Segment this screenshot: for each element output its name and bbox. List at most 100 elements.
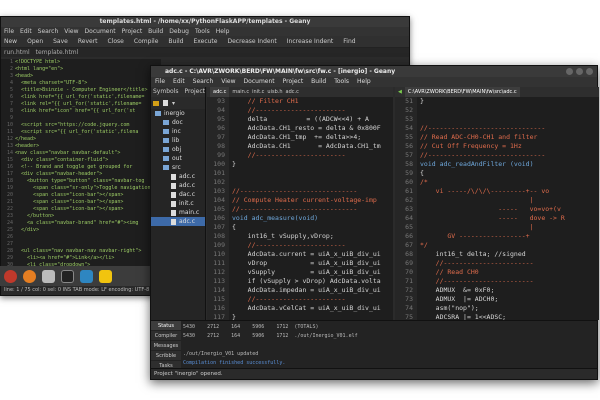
menu-search[interactable]: Search <box>38 27 59 36</box>
menu-debug[interactable]: Debug <box>169 27 189 36</box>
toolbar-execute[interactable]: Execute <box>193 36 217 47</box>
line-text: <head> <box>15 73 34 79</box>
folder-icon <box>163 156 169 161</box>
back-window-title: templates.html - /home/xx/PythonFlaskAPP… <box>1 17 409 27</box>
front-geany-window[interactable]: adc.c - C:\AVR\ZWORK\BERD\FW\MAIN\fw\src… <box>150 65 599 380</box>
code-area-left[interactable]: 93 // Filter CH1 94 //-------------------… <box>207 97 393 320</box>
close-icon[interactable] <box>586 68 593 75</box>
menu-project[interactable]: Project <box>283 77 304 87</box>
line-text: // Cut Off Frequency = 1Hz <box>420 142 522 150</box>
menu-project[interactable]: Project <box>122 27 143 36</box>
line-text: if (vSupply > vDrop) AdcData.volta <box>232 277 381 285</box>
tab-adc-c[interactable]: adc.c <box>210 87 230 97</box>
tab-compiler[interactable]: Compiler <box>151 331 181 341</box>
tree-item[interactable]: main.c <box>151 208 205 217</box>
tree-item[interactable]: inc <box>151 127 205 136</box>
tab-run-html[interactable]: run.html <box>4 48 30 57</box>
tab-scribble[interactable]: Scribble <box>151 351 181 361</box>
menu-help[interactable]: Help <box>357 77 371 87</box>
toolbar-find[interactable]: Find <box>343 36 355 47</box>
tab-symbols[interactable]: Symbols <box>153 87 178 97</box>
code-line: 8 <link href="icon" href="{{ url_for('st <box>1 108 161 115</box>
tab-init-c[interactable]: init.c <box>252 87 264 97</box>
code-line: 9 <box>1 115 161 122</box>
line-text: /* <box>420 178 428 186</box>
menu-edit[interactable]: Edit <box>20 27 32 36</box>
files-icon[interactable] <box>42 269 55 283</box>
tree-item[interactable]: init.c <box>151 199 205 208</box>
back-arrow-icon[interactable]: ◀ <box>398 87 402 97</box>
tab-template-html[interactable]: template.html <box>36 48 79 57</box>
menu-document[interactable]: Document <box>244 77 275 87</box>
geany-icon[interactable] <box>99 269 112 283</box>
line-text: void adc_measure(void) <box>232 214 319 222</box>
menu-build[interactable]: Build <box>148 27 163 36</box>
toolbar-revert[interactable]: Revert <box>78 36 98 47</box>
line-text: //----------------------- <box>232 106 346 114</box>
toolbar-increase-indent[interactable]: Increase Indent <box>287 36 334 47</box>
line-number: 117 <box>207 313 229 320</box>
message-line <box>183 341 597 350</box>
menu-view[interactable]: View <box>64 27 78 36</box>
menu-tools[interactable]: Tools <box>195 27 210 36</box>
menu-tools[interactable]: Tools <box>334 77 349 87</box>
tree-item[interactable]: inergio <box>151 109 205 118</box>
back-menu-bar: File Edit Search View Document Project B… <box>1 27 409 36</box>
line-text: //------------------------------ <box>232 205 358 213</box>
toolbar-decrease-indent[interactable]: Decrease Indent <box>227 36 276 47</box>
tab-adc-c-path[interactable]: C:\AVR\ZWORK\BERD\FW\MAIN\fw\src\adc.c <box>404 87 520 97</box>
folder-icon <box>163 129 169 134</box>
message-content[interactable]: 5430 2712 164 5906 1712 (TOTALS) 5430 27… <box>183 323 597 368</box>
tab-messages[interactable]: Messages <box>151 341 181 351</box>
terminal-icon[interactable] <box>61 269 74 283</box>
menu-edit[interactable]: Edit <box>173 77 185 87</box>
tab-project[interactable]: Project <box>184 87 205 97</box>
window-controls <box>566 68 593 75</box>
power-icon[interactable] <box>4 269 17 283</box>
menu-document[interactable]: Document <box>85 27 116 36</box>
tab-uisb-h[interactable]: uisb.h <box>267 87 282 97</box>
menu-help[interactable]: Help <box>216 27 230 36</box>
tree-item[interactable]: adc.c <box>151 172 205 181</box>
tree-item[interactable]: obj <box>151 145 205 154</box>
toolbar-open[interactable]: Open <box>27 36 43 47</box>
tree-item[interactable]: src <box>151 163 205 172</box>
tree-item[interactable]: lib <box>151 136 205 145</box>
new-file-icon[interactable] <box>163 100 168 106</box>
editor-pane-left[interactable]: adc.c main.c init.c uisb.h adc.c 93 // F… <box>207 87 393 320</box>
tree-item[interactable]: out <box>151 154 205 163</box>
menu-build[interactable]: Build <box>311 77 326 87</box>
toolbar-close[interactable]: Close <box>108 36 124 47</box>
tree-item[interactable]: doc <box>151 118 205 127</box>
tree-item[interactable]: dac.c <box>151 190 205 199</box>
menu-view[interactable]: View <box>221 77 235 87</box>
minimize-icon[interactable] <box>566 68 573 75</box>
folder-icon[interactable] <box>153 100 159 106</box>
firefox-icon[interactable] <box>23 269 36 283</box>
line-text: */ <box>420 241 428 249</box>
menu-file[interactable]: File <box>155 77 165 87</box>
toolbar-new[interactable]: New <box>4 36 17 47</box>
tab-status[interactable]: Status <box>151 321 181 331</box>
toolbar-compile[interactable]: Compile <box>134 36 159 47</box>
toolbar-build[interactable]: Build <box>168 36 183 47</box>
menu-file[interactable]: File <box>4 27 14 36</box>
maximize-icon[interactable] <box>576 68 583 75</box>
chevron-down-icon[interactable]: ▾ <box>172 100 175 107</box>
line-number: 75 <box>395 313 417 320</box>
code-area-right[interactable]: 51} 52 53 54//-----------------------------… <box>395 97 599 320</box>
tab-main-c[interactable]: main.c <box>232 87 249 97</box>
menu-search[interactable]: Search <box>193 77 214 87</box>
tree-item[interactable]: adc.c <box>151 181 205 190</box>
code-line: 5 <title>Bsinzie - Computer Engineer</ti… <box>1 87 161 94</box>
back-code-editor[interactable]: 1 <!DOCTYPE html> 2 <html lang="en"> 3 <head>… <box>1 59 161 283</box>
tab-adc-c-2[interactable]: adc.c <box>286 87 299 97</box>
line-text: ----- vo=vo+(v <box>420 205 561 213</box>
line-text: // Read ADC-CH0-CH1 and filter <box>420 133 538 141</box>
line-number: 69 <box>395 259 417 268</box>
editor-pane-right[interactable]: ◀ C:\AVR\ZWORK\BERD\FW\MAIN\fw\src\adc.c… <box>395 87 599 320</box>
tree-item[interactable]: adc.c <box>151 217 205 226</box>
screenshot-icon[interactable] <box>80 269 93 283</box>
toolbar-save[interactable]: Save <box>53 36 68 47</box>
folder-icon <box>155 111 161 116</box>
